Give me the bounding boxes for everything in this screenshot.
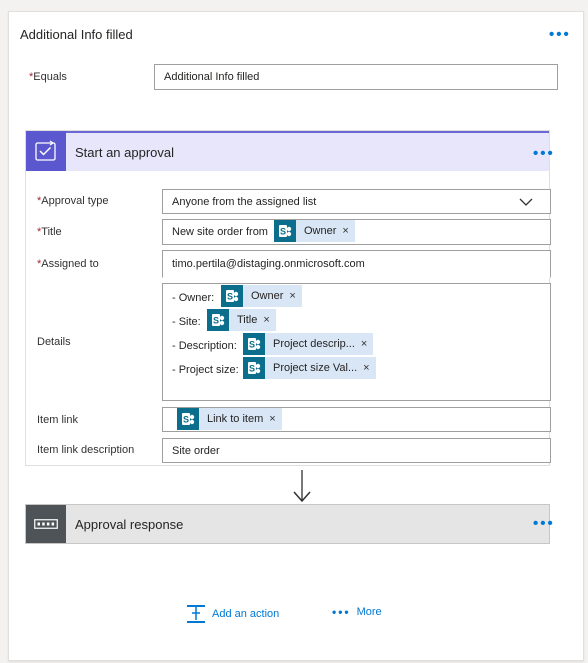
title-label: *Title (37, 226, 62, 238)
condition-title: Additional Info filled (20, 27, 133, 42)
details-description-token[interactable]: S Project descrip... × (243, 333, 374, 355)
switch-icon (26, 505, 66, 543)
item-link-description-label: Item link description (37, 444, 135, 456)
condition-more-menu[interactable]: ••• (549, 27, 571, 42)
details-site-token[interactable]: S Title × (207, 309, 276, 331)
svg-text:S: S (213, 316, 219, 326)
remove-token-icon[interactable]: × (363, 362, 375, 374)
remove-token-icon[interactable]: × (361, 338, 373, 350)
details-owner-token[interactable]: S Owner × (221, 285, 302, 307)
item-link-token[interactable]: S Link to item × (177, 408, 282, 430)
equals-label: *Equals (29, 71, 67, 83)
svg-text:S: S (249, 340, 255, 350)
approval-icon (26, 131, 66, 171)
svg-text:S: S (183, 415, 189, 425)
token-label: Owner (304, 225, 337, 237)
connector-arrow-icon (293, 470, 311, 503)
item-link-label: Item link (37, 414, 78, 426)
details-label: Details (37, 336, 71, 348)
title-prefix-text: New site order from (172, 226, 268, 238)
condition-branch-card: Additional Info filled ••• *Equals Addit… (8, 11, 584, 661)
approval-type-dropdown[interactable]: Anyone from the assigned list (162, 189, 551, 214)
title-owner-token[interactable]: S Owner × (274, 220, 355, 242)
sharepoint-icon: S (207, 309, 229, 331)
approval-type-value: Anyone from the assigned list (172, 195, 317, 208)
approval-response-card[interactable]: Approval response ••• (25, 504, 553, 544)
remove-token-icon[interactable]: × (342, 225, 354, 237)
details-description-prefix: - Description: (172, 340, 237, 352)
approval-response-more-menu[interactable]: ••• (533, 516, 555, 531)
assigned-to-value: timo.pertila@distaging.onmicrosoft.com (172, 258, 365, 270)
start-approval-title: Start an approval (75, 145, 175, 160)
start-approval-header[interactable]: Start an approval ••• (26, 131, 553, 171)
details-project-size-token[interactable]: S Project size Val... × (243, 357, 376, 379)
details-site-prefix: - Site: (172, 316, 201, 328)
approval-type-label: *Approval type (37, 195, 109, 207)
add-action-label: Add an action (212, 608, 280, 620)
details-owner-prefix: - Owner: (172, 292, 215, 304)
token-label: Link to item (207, 413, 264, 425)
sharepoint-icon: S (243, 333, 265, 355)
svg-text:S: S (227, 292, 233, 302)
assigned-to-label: *Assigned to (37, 258, 99, 270)
more-label: More (356, 606, 382, 618)
details-project-size-prefix: - Project size: (172, 364, 239, 376)
sharepoint-icon: S (243, 357, 265, 379)
svg-text:S: S (280, 227, 286, 237)
sharepoint-icon: S (274, 220, 296, 242)
more-dots-icon: ••• (332, 605, 351, 619)
more-button[interactable]: ••• More (332, 605, 382, 619)
token-label: Project size Val... (273, 362, 358, 374)
add-action-button[interactable]: Add an action (186, 605, 279, 623)
token-label: Title (237, 314, 258, 326)
equals-value: Additional Info filled (164, 71, 260, 83)
svg-text:S: S (249, 364, 255, 374)
equals-field[interactable]: Additional Info filled (154, 64, 558, 90)
assigned-to-field[interactable]: timo.pertila@distaging.onmicrosoft.com (162, 250, 551, 278)
chevron-down-icon (519, 198, 533, 206)
remove-token-icon[interactable]: × (263, 314, 275, 326)
remove-token-icon[interactable]: × (269, 413, 281, 425)
token-label: Project descrip... (273, 338, 355, 350)
sharepoint-icon: S (177, 408, 199, 430)
start-approval-more-menu[interactable]: ••• (533, 146, 555, 161)
item-link-description-value: Site order (172, 444, 220, 457)
token-label: Owner (251, 290, 284, 302)
remove-token-icon[interactable]: × (289, 290, 301, 302)
item-link-description-field[interactable]: Site order (162, 438, 551, 463)
sharepoint-icon: S (221, 285, 243, 307)
add-action-icon (187, 605, 205, 623)
title-field[interactable]: New site order from (162, 219, 551, 245)
approval-response-title: Approval response (75, 517, 184, 532)
start-approval-card: Start an approval ••• *Approval type Any… (25, 130, 553, 466)
